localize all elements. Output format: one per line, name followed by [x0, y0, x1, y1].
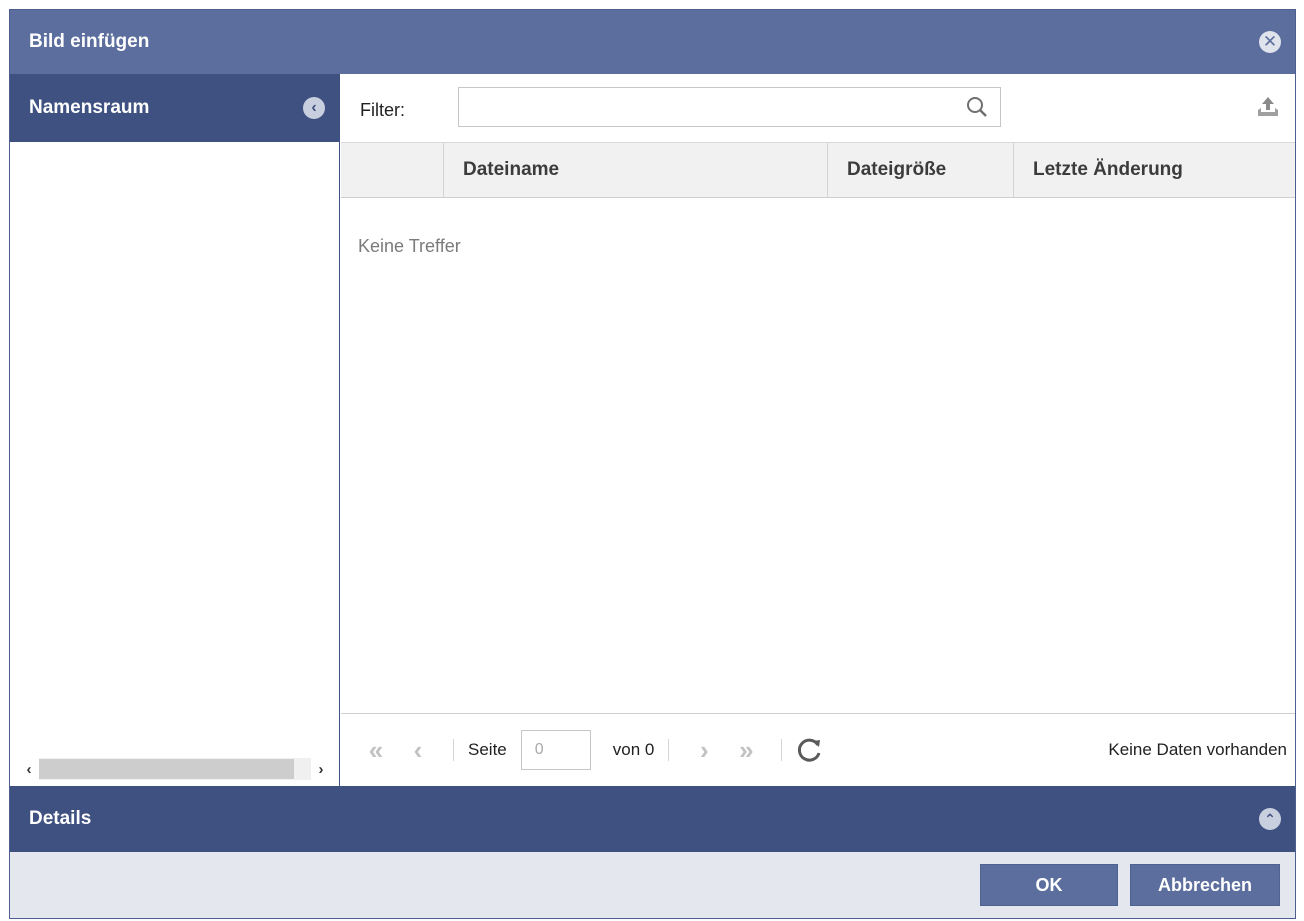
page-number-input[interactable]: 0: [520, 730, 591, 770]
scrollbar-track[interactable]: [39, 758, 311, 780]
filter-input[interactable]: [465, 88, 959, 126]
dialog-footer: OK Abbrechen: [10, 852, 1295, 918]
double-chevron-left-icon[interactable]: «: [355, 735, 397, 766]
empty-grid-text: Keine Treffer: [358, 236, 461, 256]
namespace-panel: Namensraum ‹ ‹ ›: [10, 74, 340, 786]
ok-button[interactable]: OK: [980, 864, 1118, 906]
search-icon[interactable]: [966, 96, 988, 118]
filter-label: Filter:: [360, 100, 405, 120]
filter-bar: Filter:: [341, 74, 1295, 142]
cancel-button[interactable]: Abbrechen: [1130, 864, 1280, 906]
scroll-right-icon[interactable]: ›: [311, 761, 331, 778]
chevron-left-icon[interactable]: ‹: [397, 735, 439, 766]
pager-separator: [668, 739, 670, 761]
dialog-body: Namensraum ‹ ‹ › Filter: Dateiname Datei…: [10, 74, 1295, 786]
scroll-left-icon[interactable]: ‹: [19, 761, 39, 778]
pagination-bar: « ‹ Seite 0 von 0 › » Keine Daten vorhan…: [341, 713, 1295, 786]
pager-separator: [453, 739, 454, 761]
column-last-modified[interactable]: Letzte Änderung: [1014, 143, 1295, 197]
scrollbar-thumb[interactable]: [39, 759, 294, 779]
column-filesize[interactable]: Dateigröße: [828, 143, 1014, 197]
upload-icon[interactable]: [1255, 94, 1281, 120]
pager-separator: [781, 739, 783, 761]
details-bar[interactable]: Details ⌃: [10, 786, 1295, 852]
double-chevron-right-icon[interactable]: »: [725, 735, 767, 766]
namespace-header: Namensraum ‹: [10, 74, 339, 142]
page-count-label: von 0: [612, 740, 655, 759]
details-title: Details: [29, 808, 92, 829]
namespace-title: Namensraum: [29, 97, 150, 118]
dialog-title: Bild einfügen: [29, 31, 150, 52]
file-grid-header: Dateiname Dateigröße Letzte Änderung: [341, 142, 1295, 198]
refresh-icon[interactable]: [796, 736, 824, 764]
column-select[interactable]: [341, 143, 444, 197]
chevron-right-icon[interactable]: ›: [683, 735, 725, 766]
chevron-up-icon[interactable]: ⌃: [1259, 808, 1281, 830]
dialog-titlebar: Bild einfügen ✕: [10, 10, 1295, 74]
pager-status: Keine Daten vorhanden: [1108, 740, 1287, 759]
column-filename[interactable]: Dateiname: [444, 143, 828, 197]
insert-image-dialog: Bild einfügen ✕ Namensraum ‹ ‹ › Filter:: [9, 9, 1296, 919]
page-label: Seite: [468, 740, 507, 759]
namespace-horizontal-scrollbar[interactable]: ‹ ›: [19, 758, 331, 780]
close-icon[interactable]: ✕: [1259, 31, 1281, 53]
filter-input-box[interactable]: [458, 87, 1001, 127]
chevron-left-icon[interactable]: ‹: [303, 97, 325, 119]
file-panel: Filter: Dateiname Dateigröße Letzte Ände…: [341, 74, 1295, 786]
